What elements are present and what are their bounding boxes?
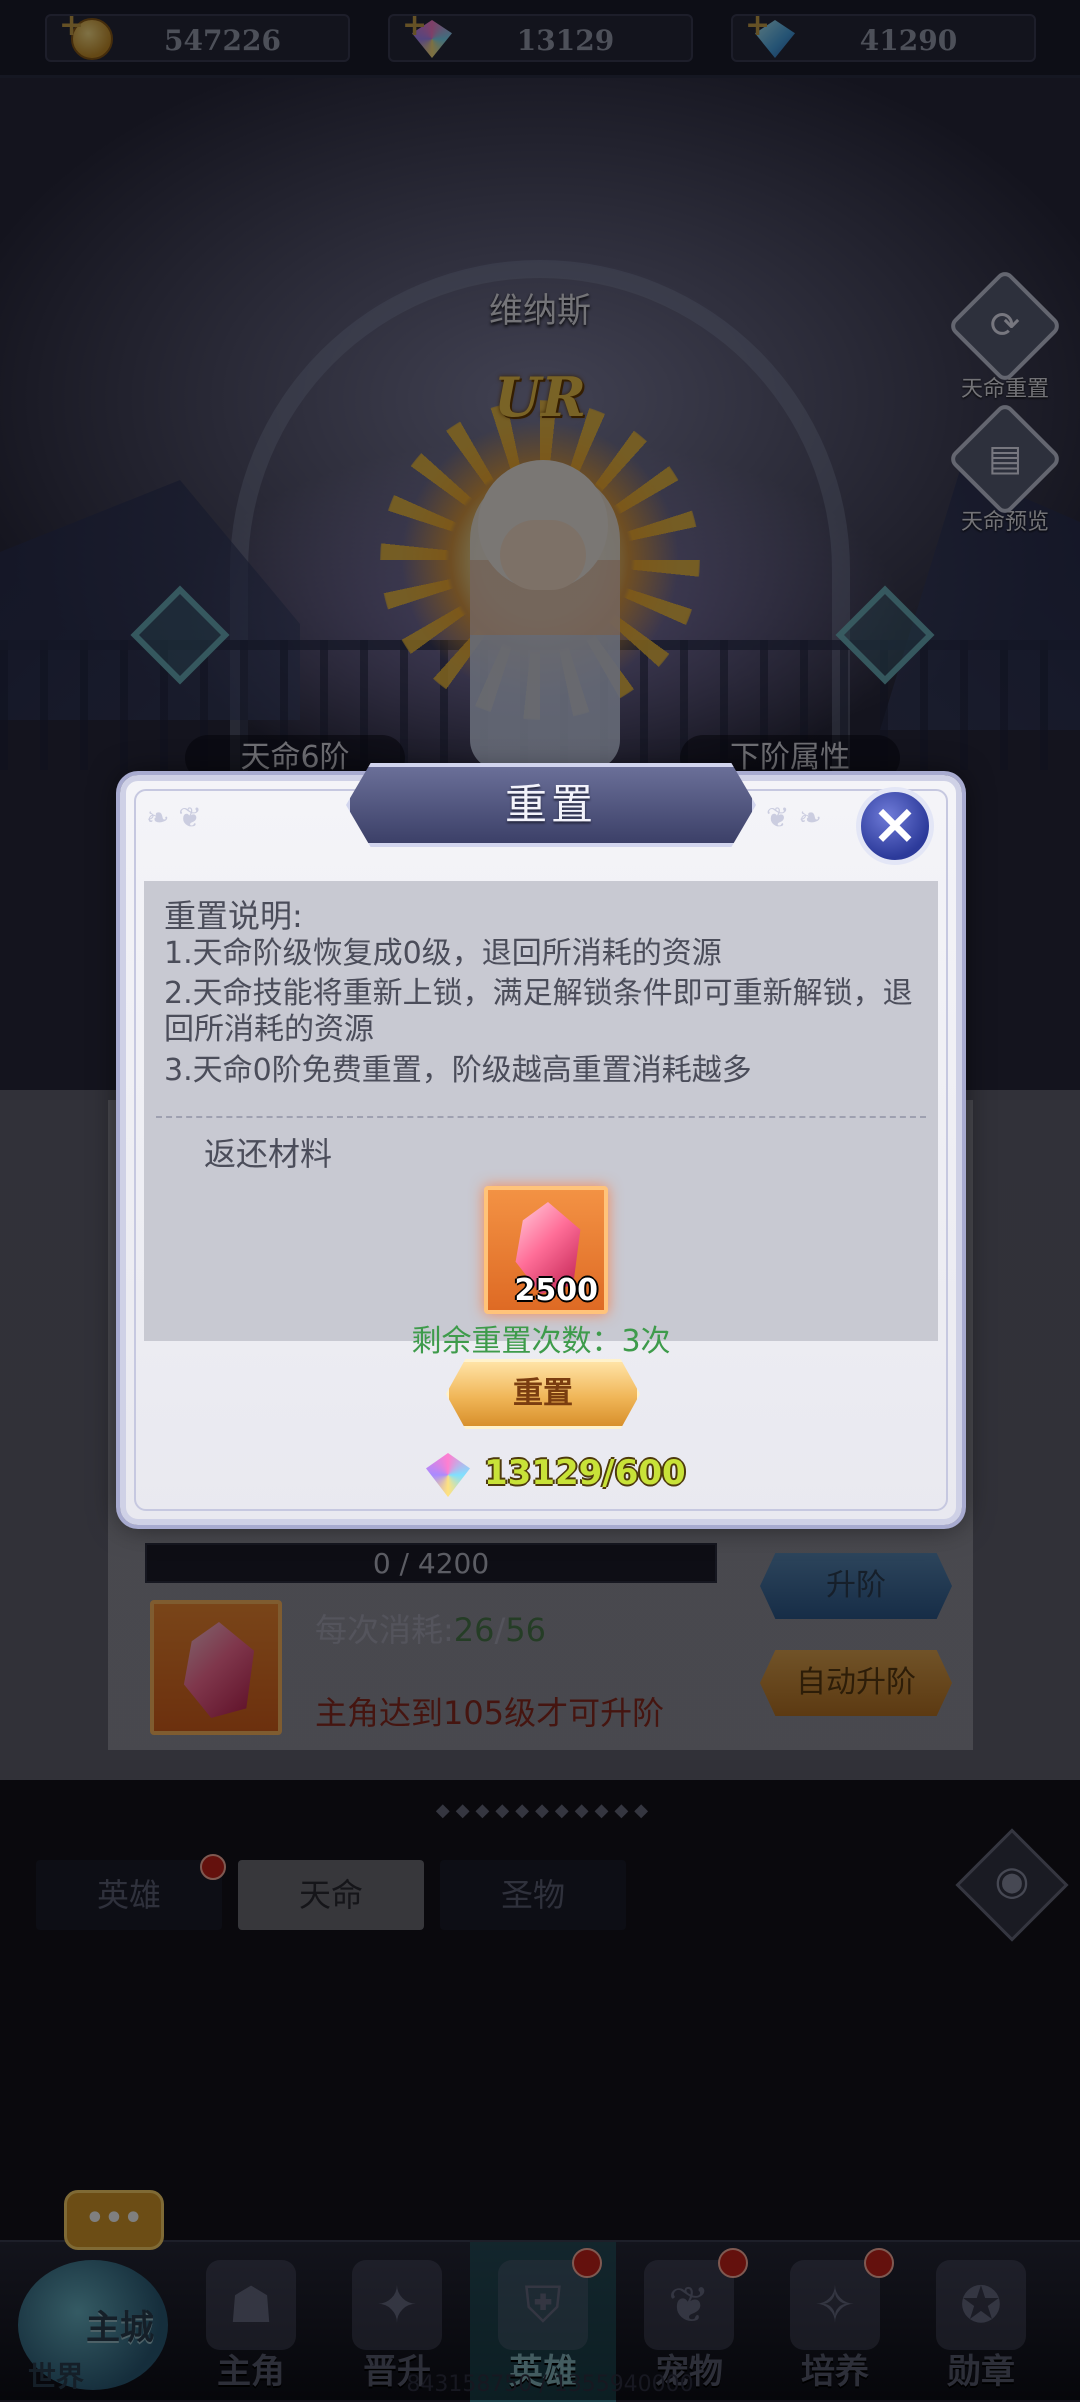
reset-button[interactable]: 重置 [446,1359,640,1429]
rainbow-gem-icon [426,1453,470,1497]
return-item-slot[interactable]: 2500 [484,1186,608,1314]
reset-dialog: ❧ ❦ ❦ ❧ 重置 × 重置说明: 1.天命阶级恢复成0级，退回所消耗的资源 … [120,763,962,1525]
divider [156,1116,926,1118]
remaining-resets-text: 剩余重置次数：3次 [411,1324,671,1359]
description-line: 1.天命阶级恢复成0级，退回所消耗的资源 [164,936,722,971]
description-line: 2.天命技能将重新上锁，满足解锁条件即可重新解锁，退回所消耗的资源 [164,976,913,1047]
reset-cost: 13129/600 [426,1449,686,1503]
close-icon[interactable]: × [856,787,934,865]
item-quantity: 2500 [514,1273,599,1308]
reset-cost-amount: 13129/600 [484,1453,686,1493]
floral-ornament-icon: ❧ ❦ [146,801,202,834]
description-line: 3.天命0阶免费重置，阶级越高重置消耗越多 [164,1053,752,1088]
dialog-title: 重置 [504,780,597,829]
description-heading: 重置说明: [164,897,303,935]
reset-description-box: 重置说明: 1.天命阶级恢复成0级，退回所消耗的资源 2.天命技能将重新上锁，满… [144,881,938,1359]
return-materials-label: 返还材料 [204,1135,333,1173]
